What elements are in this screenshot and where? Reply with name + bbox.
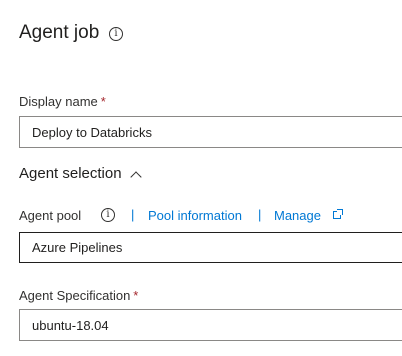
external-link-icon[interactable] — [333, 209, 343, 219]
info-icon[interactable]: i — [109, 27, 123, 41]
link-separator: | — [131, 207, 135, 222]
agent-selection-toggle[interactable]: Agent selection — [19, 164, 142, 184]
agent-selection-title: Agent selection — [19, 165, 122, 182]
required-indicator: * — [133, 288, 139, 303]
display-name-label-text: Display name — [19, 94, 98, 109]
agent-specification-select[interactable]: ubuntu-18.04 — [19, 309, 402, 341]
required-indicator: * — [100, 94, 106, 109]
agent-pool-select[interactable]: Azure Pipelines — [19, 232, 402, 263]
agent-specification-value: ubuntu-18.04 — [32, 317, 109, 333]
manage-link[interactable]: Manage — [274, 207, 321, 224]
pool-information-link[interactable]: Pool information — [148, 207, 242, 224]
agent-pool-label: Agent pool — [19, 208, 82, 223]
chevron-up-icon — [129, 170, 142, 183]
info-icon[interactable]: i — [101, 208, 115, 222]
agent-pool-value: Azure Pipelines — [32, 240, 123, 255]
display-name-input[interactable]: Deploy to Databricks — [19, 116, 402, 148]
agent-specification-label: Agent Specification * — [19, 287, 138, 304]
display-name-label: Display name * — [19, 93, 106, 110]
page-title: Agent job — [19, 22, 100, 43]
agent-specification-label-text: Agent Specification — [19, 288, 131, 303]
link-separator: | — [258, 207, 262, 222]
display-name-value: Deploy to Databricks — [32, 124, 152, 140]
